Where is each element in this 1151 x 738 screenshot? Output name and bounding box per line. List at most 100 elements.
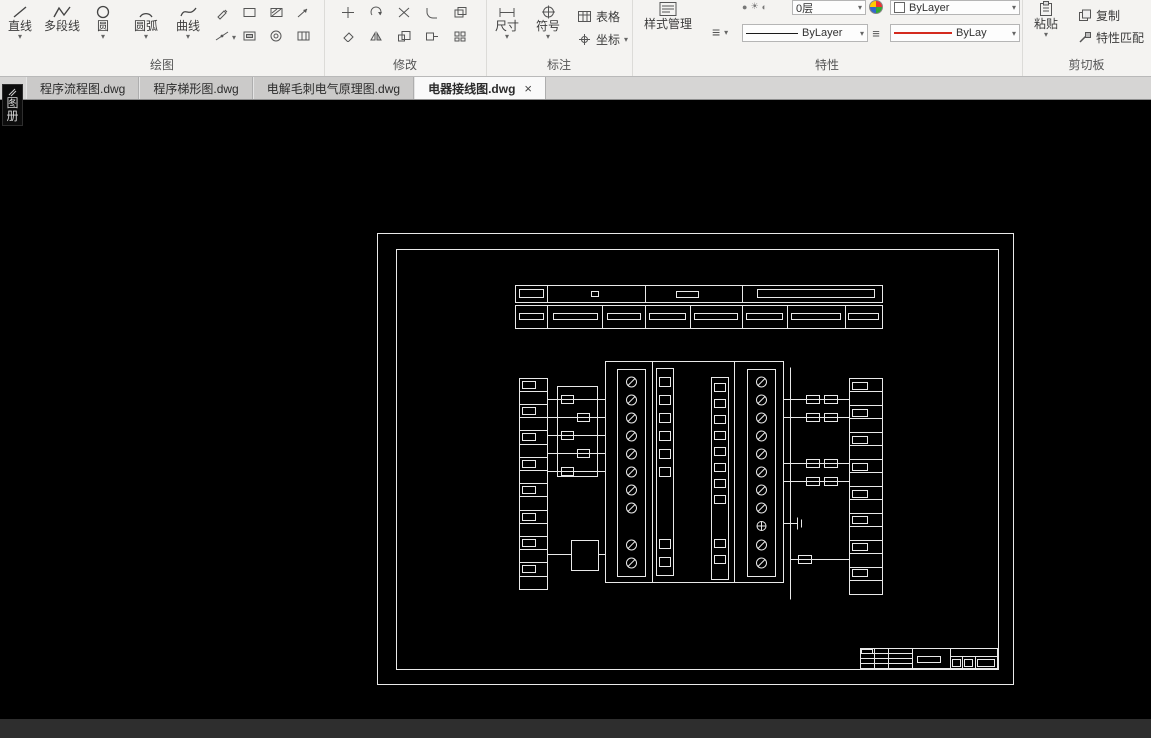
rotate-icon[interactable]	[366, 4, 386, 21]
paste-label: 粘贴	[1034, 17, 1059, 31]
tab-program-flowchart[interactable]: 程序流程图.dwg	[26, 77, 140, 99]
arc-label: 圆弧	[134, 19, 159, 33]
dimension-button[interactable]: 尺寸 ▾	[495, 4, 519, 41]
tab-electrical-wiring[interactable]: 电器接线图.dwg ×	[414, 77, 547, 99]
spline-icon	[179, 4, 197, 19]
stretch-icon[interactable]	[422, 27, 442, 44]
cad-drawing	[377, 233, 1014, 685]
color-select[interactable]: ByLayer ▾	[890, 0, 1020, 15]
dropdown-arrow-icon[interactable]: ▾	[724, 28, 728, 36]
style-manager-label: 样式管理	[644, 17, 693, 31]
side-tab-char: 册	[6, 109, 19, 123]
drawing-frame	[377, 233, 1014, 685]
dropdown-arrow-icon[interactable]: ▾	[186, 33, 190, 41]
terminal-screws	[626, 376, 767, 569]
dropdown-arrow-icon[interactable]: ▾	[505, 33, 509, 41]
spline-button[interactable]: 曲线 ▾	[176, 4, 201, 41]
style-manager-button[interactable]: 样式管理	[644, 2, 692, 31]
region-icon[interactable]	[239, 27, 259, 44]
dropdown-arrow-icon[interactable]: ▾	[546, 33, 550, 41]
table-button[interactable]: 表格	[577, 8, 620, 25]
polyline-label: 多段线	[44, 19, 81, 33]
construction-line-icon[interactable]	[212, 27, 232, 44]
left-wiring	[547, 386, 606, 571]
paste-button[interactable]: 粘贴 ▾	[1034, 1, 1059, 39]
linetype-select[interactable]: ByLayer ▾	[742, 24, 868, 42]
layer-toggle-icons: ● ☀ ◐	[742, 1, 767, 12]
symbol-button[interactable]: 符号 ▾	[536, 4, 560, 41]
linetype-sample	[746, 32, 798, 34]
command-line-bar[interactable]	[0, 719, 1151, 738]
dropdown-arrow-icon[interactable]: ▾	[1044, 31, 1048, 39]
dropdown-arrow-icon: ▾	[859, 28, 864, 38]
leader-arrow-icon[interactable]	[293, 4, 313, 21]
tab-program-ladder[interactable]: 程序梯形图.dwg	[139, 77, 253, 99]
dropdown-arrow-icon[interactable]: ▾	[101, 33, 105, 41]
clipboard-icon	[1038, 1, 1054, 17]
anchored-palette-tab[interactable]: 图 册	[2, 84, 23, 126]
layer-on-icon[interactable]: ●	[742, 2, 747, 12]
left-terminal-strip	[519, 378, 548, 590]
title-block	[860, 648, 998, 669]
line-button[interactable]: 直线 ▾	[8, 4, 32, 41]
copy-object-icon[interactable]	[450, 4, 470, 21]
right-terminal-strip	[849, 378, 883, 595]
linetype-value: ByLayer	[802, 27, 843, 39]
clipboard-panel-label: 剪切板	[1068, 58, 1105, 72]
move-icon[interactable]	[338, 4, 358, 21]
circle-button[interactable]: 圆 ▾	[96, 4, 110, 41]
color-palette-icon[interactable]	[866, 0, 886, 14]
close-icon[interactable]: ×	[524, 82, 532, 95]
dropdown-arrow-icon[interactable]: ▾	[230, 29, 238, 46]
color-value: ByLayer	[909, 1, 950, 14]
menu-icon: ≡	[712, 24, 721, 40]
erase-icon[interactable]	[338, 27, 358, 44]
trim-icon[interactable]	[394, 4, 414, 21]
dropdown-arrow-icon[interactable]: ▾	[624, 36, 628, 44]
dropdown-arrow-icon[interactable]: ▾	[18, 33, 22, 41]
spline-label: 曲线	[176, 19, 201, 33]
donut-icon[interactable]	[266, 27, 286, 44]
lineweight-select[interactable]: ByLay ▾	[890, 24, 1020, 42]
coordinate-button[interactable]: 坐标 ▾	[577, 31, 628, 48]
arc-button[interactable]: 圆弧 ▾	[134, 4, 159, 41]
table-icon	[577, 10, 592, 23]
panel-modify: 修改	[324, 0, 487, 76]
circle-icon	[96, 4, 110, 19]
properties-panel-label: 特性	[814, 58, 839, 72]
array-icon[interactable]	[450, 27, 470, 44]
tab-electrolytic-schematic[interactable]: 电解毛刺电气原理图.dwg	[252, 77, 415, 99]
layer-freeze-icon[interactable]: ☀	[750, 1, 758, 12]
tab-label: 电解毛刺电气原理图.dwg	[266, 81, 401, 96]
annotate-panel-label: 标注	[546, 58, 571, 72]
autocad-window: 直线 ▾ 多段线 圆 ▾ 圆弧 ▾ 曲线 ▾ ▾ 绘图 修改 尺寸 ▾ 符号 ▾…	[0, 0, 1151, 738]
dropdown-arrow-icon[interactable]: ▾	[144, 33, 148, 41]
list-menu-button[interactable]: ≡ ▾	[712, 24, 728, 40]
panel-properties: 样式管理 ≡ ▾ ● ☀ ◐ 0层 ▾ ByLayer ▾ ≡ ByLayer …	[632, 0, 1023, 76]
match-properties-button[interactable]: 特性匹配	[1078, 29, 1144, 46]
coordinate-icon	[577, 33, 592, 46]
menu-icon[interactable]: ≡	[866, 25, 886, 42]
polyline-icon	[53, 4, 71, 19]
layer-select[interactable]: 0层 ▾	[792, 0, 866, 15]
arc-icon	[138, 4, 154, 19]
mirror-icon[interactable]	[366, 27, 386, 44]
gradient-icon[interactable]	[293, 27, 313, 44]
color-swatch	[894, 2, 905, 13]
symbol-icon	[541, 4, 556, 19]
layer-lock-icon[interactable]: ◐	[762, 2, 767, 12]
copy-icon	[1078, 9, 1092, 22]
hatch-icon[interactable]	[266, 4, 286, 21]
rectangle-tool-icon[interactable]	[239, 4, 259, 21]
fillet-icon[interactable]	[422, 4, 442, 21]
pencil-icon[interactable]	[212, 4, 232, 21]
modify-panel-label: 修改	[392, 58, 417, 72]
scale-icon[interactable]	[394, 27, 414, 44]
model-space-canvas[interactable]	[0, 100, 1151, 719]
dropdown-arrow-icon: ▾	[1011, 28, 1016, 38]
table-label: 表格	[596, 10, 621, 24]
polyline-button[interactable]: 多段线	[44, 4, 80, 33]
match-properties-label: 特性匹配	[1096, 31, 1145, 45]
copy-button[interactable]: 复制	[1078, 7, 1120, 24]
lineweight-value: ByLay	[956, 27, 987, 39]
